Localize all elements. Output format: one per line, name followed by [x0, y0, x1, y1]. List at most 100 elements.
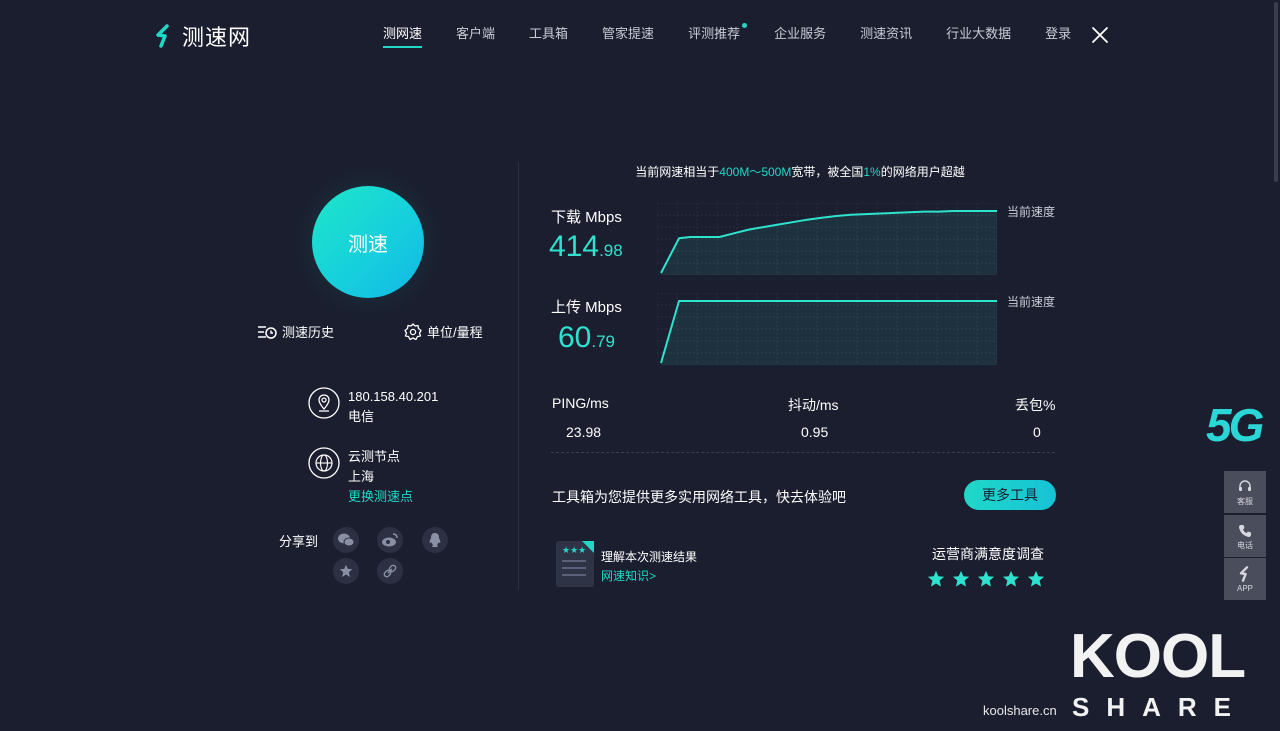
- download-chart: [657, 203, 997, 275]
- star-icon[interactable]: [1027, 570, 1045, 588]
- favorite-star-icon[interactable]: [333, 558, 359, 584]
- service-label: 客服: [1237, 496, 1253, 506]
- nav-item-reviews[interactable]: 评测推荐: [677, 23, 751, 46]
- upload-current-label: 当前速度: [1007, 295, 1056, 309]
- phone-button[interactable]: 电话: [1224, 515, 1266, 557]
- qq-icon[interactable]: [422, 527, 448, 553]
- watermark-url: koolshare.cn: [983, 703, 1057, 718]
- weibo-icon[interactable]: [377, 527, 403, 553]
- star-icon[interactable]: [977, 570, 995, 588]
- upload-label: 上传 Mbps: [551, 299, 622, 316]
- download-label: 下载 Mbps: [551, 209, 622, 226]
- logo-icon: [156, 24, 169, 48]
- history-link[interactable]: 测速历史: [257, 322, 334, 341]
- wechat-glyph: [338, 533, 355, 547]
- node-info: 云测节点 上海 更换测速点: [308, 447, 413, 507]
- nav-label: 测速资讯: [860, 26, 913, 41]
- jitter-value: 0.95: [801, 424, 829, 440]
- wechat-icon[interactable]: [333, 527, 359, 553]
- node-title: 云测节点: [348, 449, 401, 464]
- change-node-link[interactable]: 更换测速点: [348, 487, 413, 507]
- nav-label: 登录: [1045, 26, 1072, 41]
- nav-label: 客户端: [456, 26, 496, 41]
- units-link[interactable]: 单位/量程: [404, 322, 483, 341]
- ip-info: 180.158.40.201 电信: [308, 387, 438, 427]
- nav-item-speedtest[interactable]: 测网速: [372, 24, 433, 48]
- loss-value: 0: [1033, 424, 1041, 440]
- app-logo-icon: [1239, 565, 1249, 582]
- watermark-share: SHARE: [1072, 692, 1249, 722]
- summary-band: 400M～500M: [719, 165, 792, 179]
- nav-label: 企业服务: [774, 26, 827, 41]
- gear-icon: [404, 322, 422, 340]
- watermark-kool: KOOL: [1070, 622, 1246, 691]
- location-icon: [308, 387, 340, 419]
- link-icon[interactable]: [377, 558, 403, 584]
- nav-item-client[interactable]: 客户端: [445, 24, 506, 46]
- survey-stars: [927, 570, 1045, 588]
- summary-percent: 1%: [863, 165, 881, 179]
- nav-label: 工具箱: [529, 26, 569, 41]
- close-icon[interactable]: [1090, 25, 1110, 45]
- series-area: [661, 301, 997, 365]
- summary-prefix: 当前网速相当于: [635, 165, 720, 179]
- download-int: 414: [549, 230, 600, 263]
- history-label: 测速历史: [282, 325, 335, 340]
- history-icon: [258, 325, 277, 339]
- speed-summary: 当前网速相当于400M～500M宽带，被全国1%的网络用户超越: [550, 163, 1050, 180]
- nav-item-login[interactable]: 登录: [1034, 24, 1082, 46]
- document-icon: ★★★: [556, 541, 594, 587]
- nav-item-bigdata[interactable]: 行业大数据: [935, 24, 1022, 46]
- download-current-label: 当前速度: [1007, 205, 1056, 219]
- survey-title: 运营商满意度调查: [932, 546, 1044, 562]
- nav-item-enterprise[interactable]: 企业服务: [763, 24, 837, 46]
- star-icon[interactable]: [952, 570, 970, 588]
- ping-label: PING/ms: [552, 395, 609, 411]
- nav-item-boost[interactable]: 管家提速: [591, 24, 665, 46]
- more-tools-label: 更多工具: [982, 487, 1038, 503]
- units-label: 单位/量程: [427, 325, 483, 340]
- more-tools-button[interactable]: 更多工具: [964, 480, 1056, 510]
- globe-icon: [308, 447, 340, 479]
- weibo-glyph: [382, 533, 398, 547]
- download-dec: .98: [599, 241, 623, 260]
- logo[interactable]: 测速网: [152, 20, 251, 52]
- start-test-button[interactable]: 测速: [312, 186, 424, 298]
- knowledge-title: 理解本次测速结果: [601, 550, 698, 564]
- phone-label: 电话: [1237, 540, 1253, 550]
- scrollbar-thumb[interactable]: [1274, 2, 1278, 182]
- star-icon[interactable]: [927, 570, 945, 588]
- star-icon[interactable]: [1002, 570, 1020, 588]
- headset-icon: [1239, 479, 1251, 491]
- nav-label: 行业大数据: [946, 26, 1012, 41]
- qq-glyph: [429, 533, 441, 547]
- nav-item-news[interactable]: 测速资讯: [849, 24, 923, 46]
- upload-int: 60: [558, 321, 592, 354]
- link-glyph: [383, 564, 397, 578]
- app-button[interactable]: APP: [1224, 558, 1266, 600]
- upload-dec: .79: [591, 332, 616, 351]
- nav-label: 评测推荐: [688, 26, 741, 41]
- nav-label: 测网速: [383, 26, 423, 41]
- 5g-badge[interactable]: 5G: [1206, 400, 1264, 450]
- node-city: 上海: [348, 469, 375, 484]
- notification-dot: [742, 23, 748, 28]
- phone-icon: [1239, 524, 1251, 537]
- tools-promo-text: 工具箱为您提供更多实用网络工具，快去体验吧: [552, 489, 846, 505]
- app-label: APP: [1236, 583, 1253, 593]
- svg-text:★★★: ★★★: [562, 546, 586, 556]
- series-area: [661, 211, 997, 275]
- upload-value: 60.79: [558, 321, 615, 355]
- loss-label: 丢包%: [1015, 397, 1056, 413]
- ping-value: 23.98: [566, 424, 602, 440]
- download-value: 414.98: [549, 230, 623, 264]
- stats-divider: [551, 452, 1055, 453]
- customer-service-button[interactable]: 客服: [1224, 471, 1266, 513]
- summary-suffix: 的网络用户超越: [880, 165, 965, 179]
- knowledge-link[interactable]: 网速知识>: [601, 567, 656, 584]
- ip-address: 180.158.40.201: [348, 389, 439, 404]
- nav-label: 管家提速: [602, 26, 655, 41]
- brand-name: 测速网: [182, 25, 252, 50]
- isp-name: 电信: [348, 409, 375, 424]
- nav-item-toolbox[interactable]: 工具箱: [518, 24, 579, 46]
